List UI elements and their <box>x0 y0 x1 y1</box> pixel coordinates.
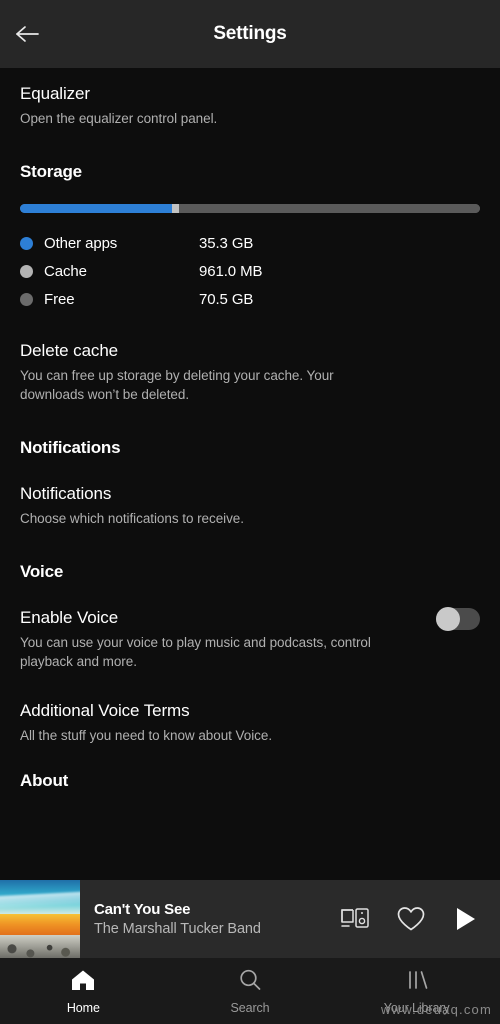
now-playing-bar[interactable]: Can't You See The Marshall Tucker Band <box>0 880 500 958</box>
legend-label-other-apps: Other apps <box>44 234 118 252</box>
enable-voice-subtitle: You can use your voice to play music and… <box>20 635 371 669</box>
connect-to-device-icon[interactable] <box>340 907 370 931</box>
heart-outline-icon[interactable] <box>396 905 426 933</box>
album-art <box>0 880 80 958</box>
equalizer-subtitle: Open the equalizer control panel. <box>20 111 218 126</box>
voice-terms-title: Additional Voice Terms <box>20 701 190 720</box>
track-title: Can't You See <box>94 901 191 918</box>
delete-cache-subtitle: You can free up storage by deleting your… <box>20 368 334 402</box>
storage-segment-other-apps <box>20 204 172 213</box>
setting-additional-voice-terms[interactable]: Additional Voice Terms All the stuff you… <box>20 685 480 745</box>
page-title: Settings <box>213 23 287 44</box>
back-button[interactable] <box>0 0 56 68</box>
enable-voice-toggle[interactable] <box>436 607 480 631</box>
nav-label-home: Home <box>66 1000 100 1015</box>
setting-enable-voice[interactable]: Enable Voice You can use your voice to p… <box>20 582 480 671</box>
nav-item-your-library[interactable]: Your Library <box>333 958 500 1024</box>
track-info[interactable]: Can't You See The Marshall Tucker Band <box>94 901 340 937</box>
voice-terms-subtitle: All the stuff you need to know about Voi… <box>20 728 273 743</box>
legend-item: Cache 961.0 MB <box>20 257 480 285</box>
storage-segment-cache <box>171 204 180 213</box>
library-icon <box>404 968 430 997</box>
legend-value-cache: 961.0 MB <box>199 262 263 280</box>
delete-cache-title: Delete cache <box>20 341 119 360</box>
notifications-title: Notifications <box>20 484 112 503</box>
notifications-subtitle: Choose which notifications to receive. <box>20 511 244 526</box>
arrow-left-icon <box>15 24 41 44</box>
player-controls <box>340 905 478 933</box>
app-header: Settings <box>0 0 500 68</box>
home-icon <box>70 968 96 997</box>
legend-label-cache: Cache <box>44 262 87 280</box>
nav-item-search[interactable]: Search <box>167 958 334 1024</box>
nav-label-search: Search <box>230 1000 270 1015</box>
section-heading-notifications: Notifications <box>20 438 121 457</box>
legend-value-other-apps: 35.3 GB <box>199 234 254 252</box>
play-icon[interactable] <box>452 905 478 933</box>
legend-item: Other apps 35.3 GB <box>20 229 480 257</box>
search-icon <box>237 968 263 997</box>
nav-label-your-library: Your Library <box>383 1000 450 1015</box>
enable-voice-title: Enable Voice <box>20 608 119 627</box>
section-heading-storage: Storage <box>20 162 82 181</box>
legend-value-free: 70.5 GB <box>199 290 254 308</box>
legend-dot-other-apps <box>20 236 33 250</box>
storage-segment-free <box>179 204 480 213</box>
setting-notifications[interactable]: Notifications Choose which notifications… <box>20 458 480 528</box>
section-heading-about: About <box>20 771 69 790</box>
toggle-knob <box>436 607 460 631</box>
storage-bar <box>20 204 480 213</box>
settings-content[interactable]: Equalizer Open the equalizer control pan… <box>0 68 500 880</box>
track-artist: The Marshall Tucker Band <box>94 921 261 937</box>
nav-item-home[interactable]: Home <box>0 958 167 1024</box>
equalizer-title: Equalizer <box>20 84 90 103</box>
legend-label-free: Free <box>44 290 75 308</box>
setting-equalizer[interactable]: Equalizer Open the equalizer control pan… <box>20 68 480 128</box>
bottom-navigation: Home Search Your Library <box>0 958 500 1024</box>
legend-dot-cache <box>20 264 33 278</box>
setting-delete-cache[interactable]: Delete cache You can free up storage by … <box>20 325 480 404</box>
settings-screen: Settings Equalizer Open the equalizer co… <box>0 0 500 1024</box>
legend-item: Free 70.5 GB <box>20 285 480 313</box>
section-heading-voice: Voice <box>20 562 64 581</box>
legend-dot-free <box>20 292 33 306</box>
storage-legend: Other apps 35.3 GB Cache 961.0 MB Free 7… <box>20 229 480 313</box>
